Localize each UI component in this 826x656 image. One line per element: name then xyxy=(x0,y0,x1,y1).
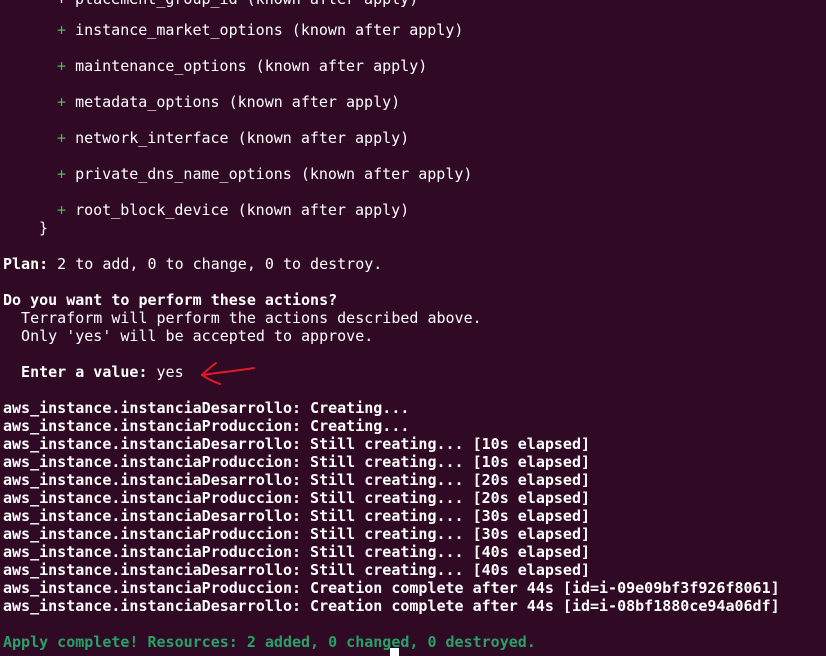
attribute-text: private_dns_name_options (known after ap… xyxy=(75,165,473,183)
closing-brace: } xyxy=(39,219,49,237)
plus-marker: + xyxy=(57,93,67,111)
attribute-line: + root_block_device (known after apply) xyxy=(57,201,409,219)
progress-line: aws_instance.instanciaProduccion: Still … xyxy=(3,453,590,471)
plus-marker: + xyxy=(57,57,67,75)
progress-line: aws_instance.instanciaProduccion: Still … xyxy=(3,489,590,507)
terminal-window[interactable]: + placement_group_id (known after apply)… xyxy=(0,0,826,656)
attribute-text: root_block_device (known after apply) xyxy=(75,201,410,219)
plus-marker: + xyxy=(57,21,67,39)
apply-complete-message: Apply complete! Resources: 2 added, 0 ch… xyxy=(3,633,536,651)
progress-line: aws_instance.instanciaDesarrollo: Still … xyxy=(3,561,590,579)
plus-marker: + xyxy=(57,129,67,147)
plus-marker: + xyxy=(57,201,67,219)
plus-marker: + xyxy=(57,165,67,183)
confirm-explanation: Terraform will perform the actions descr… xyxy=(3,309,482,327)
attribute-line: + maintenance_options (known after apply… xyxy=(57,57,427,75)
attribute-line: + network_interface (known after apply) xyxy=(57,129,409,147)
progress-line: aws_instance.instanciaDesarrollo: Still … xyxy=(3,435,590,453)
attribute-text: maintenance_options (known after apply) xyxy=(75,57,428,75)
progress-line: aws_instance.instanciaProduccion: Creati… xyxy=(3,579,780,597)
confirm-question: Do you want to perform these actions? xyxy=(3,291,338,309)
progress-line: aws_instance.instanciaDesarrollo: Creati… xyxy=(3,399,410,417)
plan-summary: Plan: 2 to add, 0 to change, 0 to destro… xyxy=(3,255,382,273)
attribute-text: network_interface (known after apply) xyxy=(75,129,410,147)
attribute-line: + metadata_options (known after apply) xyxy=(57,93,400,111)
plan-label: Plan: xyxy=(3,255,49,273)
progress-line: aws_instance.instanciaProduccion: Still … xyxy=(3,543,590,561)
prompt-value[interactable]: yes xyxy=(148,363,184,381)
progress-line: aws_instance.instanciaDesarrollo: Creati… xyxy=(3,597,780,615)
confirm-explanation: Only 'yes' will be accepted to approve. xyxy=(3,327,374,345)
progress-line: aws_instance.instanciaDesarrollo: Still … xyxy=(3,471,590,489)
progress-line: aws_instance.instanciaDesarrollo: Still … xyxy=(3,507,590,525)
red-hand-drawn-arrow-icon xyxy=(201,362,255,385)
text-cursor xyxy=(390,648,399,656)
value-prompt: Enter a value: yes xyxy=(3,363,184,381)
plan-text: 2 to add, 0 to change, 0 to destroy. xyxy=(48,255,383,273)
attribute-text: instance_market_options (known after app… xyxy=(75,21,464,39)
progress-line: aws_instance.instanciaProduccion: Still … xyxy=(3,525,590,543)
progress-line: aws_instance.instanciaProduccion: Creati… xyxy=(3,417,410,435)
partial-top-line: + placement_group_id (known after apply) xyxy=(57,0,418,8)
attribute-line: + private_dns_name_options (known after … xyxy=(57,165,472,183)
attribute-text: metadata_options (known after apply) xyxy=(75,93,401,111)
prompt-label: Enter a value: xyxy=(3,363,148,381)
attribute-line: + instance_market_options (known after a… xyxy=(57,21,463,39)
